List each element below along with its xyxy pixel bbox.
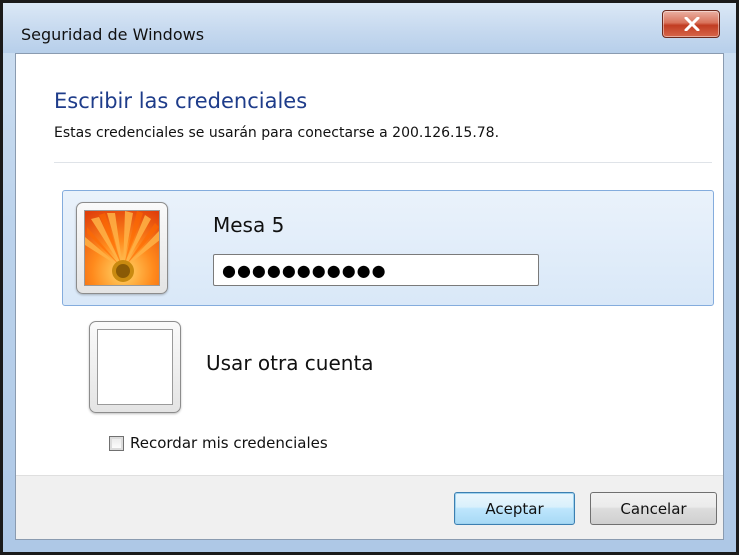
separator bbox=[54, 162, 712, 163]
avatar bbox=[89, 321, 181, 413]
close-x-icon bbox=[684, 17, 700, 31]
credential-tile-other-account[interactable]: Usar otra cuenta bbox=[62, 316, 714, 413]
credential-tile-selected[interactable]: Mesa 5 bbox=[62, 190, 714, 306]
close-button[interactable] bbox=[662, 10, 720, 38]
password-field[interactable] bbox=[213, 254, 539, 286]
dialog-content: Escribir las credenciales Estas credenci… bbox=[15, 53, 724, 540]
user-name: Mesa 5 bbox=[213, 213, 285, 237]
window-title: Seguridad de Windows bbox=[21, 25, 205, 44]
title-bar[interactable]: Seguridad de Windows bbox=[3, 3, 736, 53]
orange-flower-avatar-icon bbox=[84, 210, 160, 286]
remember-label[interactable]: Recordar mis credenciales bbox=[130, 436, 328, 451]
dialog-subtitle: Estas credenciales se usarán para conect… bbox=[54, 125, 500, 141]
dialog-heading: Escribir las credenciales bbox=[54, 89, 308, 113]
security-dialog-window: Seguridad de Windows Escribir las creden… bbox=[0, 0, 739, 555]
cancel-button[interactable]: Cancelar bbox=[590, 492, 717, 525]
remember-checkbox[interactable] bbox=[109, 436, 124, 451]
dialog-footer: Aceptar Cancelar bbox=[16, 475, 723, 539]
blank-avatar-icon bbox=[97, 329, 173, 405]
other-account-label: Usar otra cuenta bbox=[206, 351, 374, 375]
avatar bbox=[76, 202, 168, 294]
ok-button[interactable]: Aceptar bbox=[454, 492, 575, 525]
